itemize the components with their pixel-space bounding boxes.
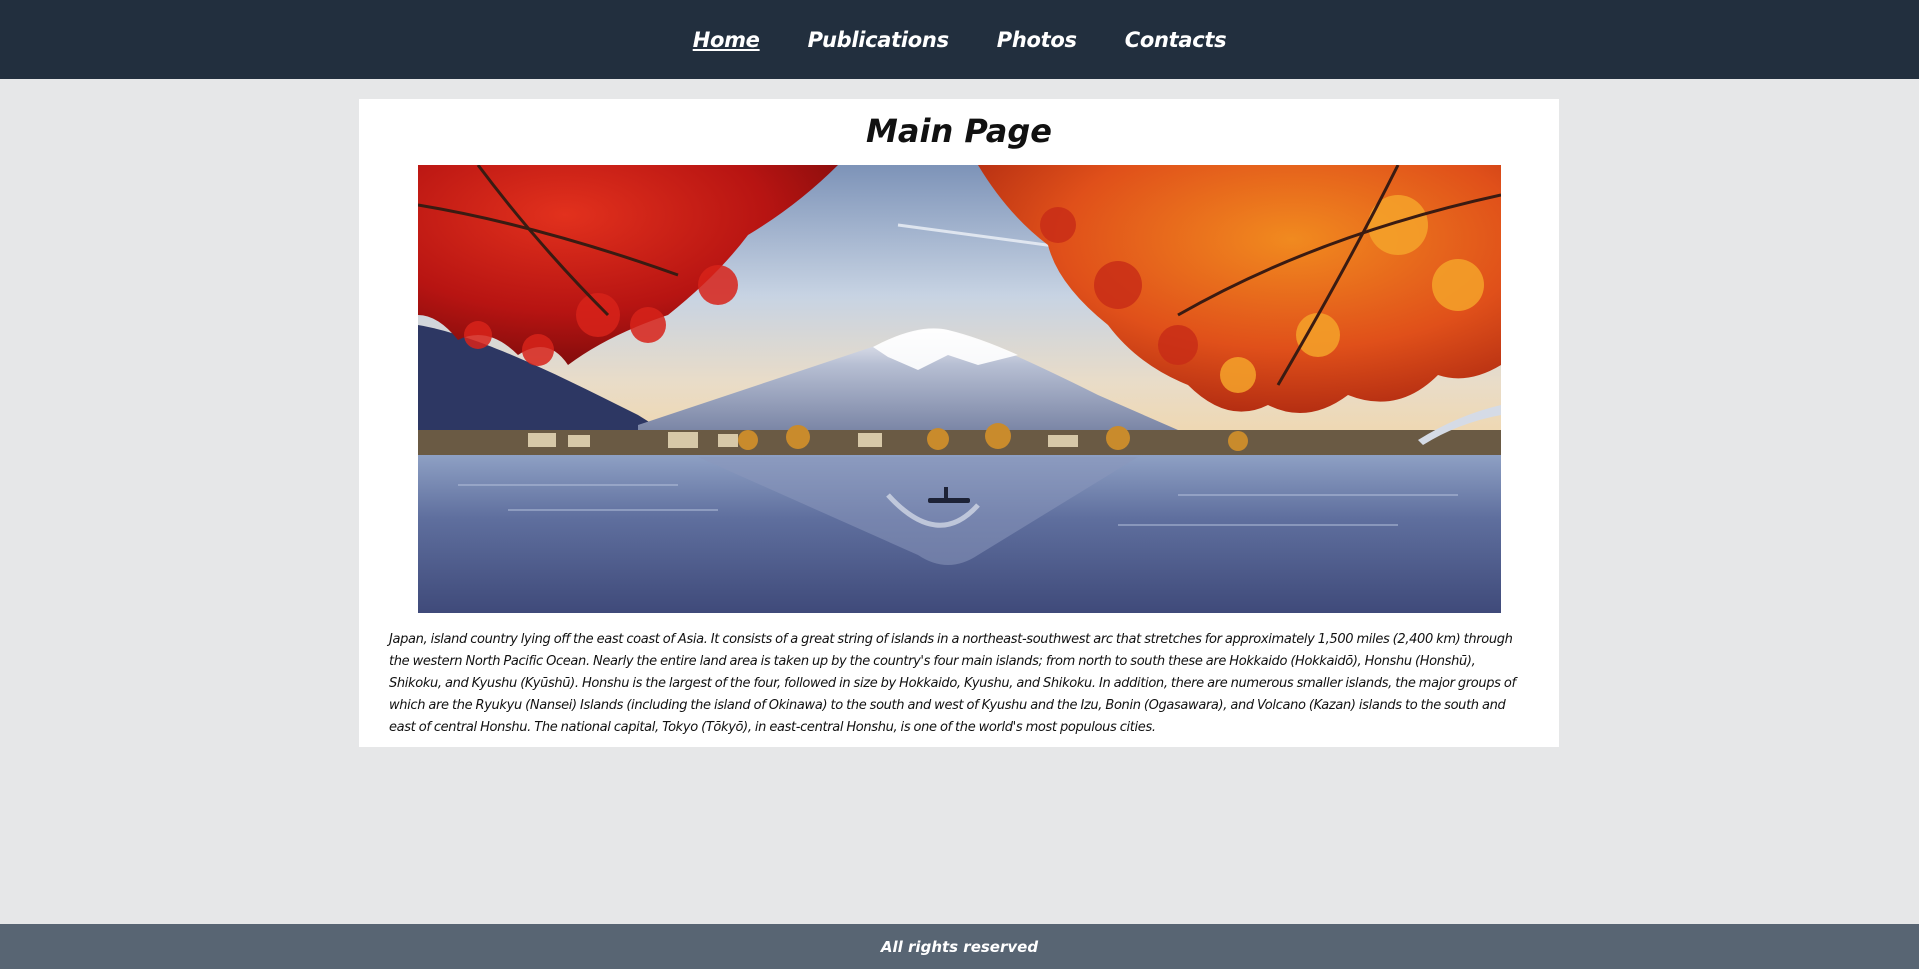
- footer: All rights reserved: [0, 924, 1919, 969]
- page-title: Main Page: [866, 112, 1052, 150]
- nav-link-home[interactable]: Home: [693, 28, 760, 52]
- intro-paragraph: Japan, island country lying off the east…: [389, 632, 1516, 735]
- main-content-card: Main Page Japan, island country lying of…: [359, 99, 1559, 747]
- nav-link-publications[interactable]: Publications: [808, 28, 949, 52]
- nav-link-contacts[interactable]: Contacts: [1125, 28, 1227, 52]
- hero-image-mount-fuji: [418, 165, 1501, 613]
- nav-link-photos[interactable]: Photos: [997, 28, 1077, 52]
- footer-text: All rights reserved: [880, 937, 1039, 956]
- top-navigation: Home Publications Photos Contacts: [0, 0, 1919, 79]
